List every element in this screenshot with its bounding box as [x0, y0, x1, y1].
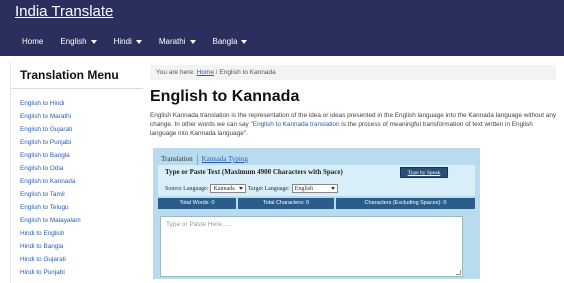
source-language-label: Source Language:	[165, 185, 209, 192]
caret-down-icon	[135, 39, 142, 44]
sidebar-item-english-to-hindi[interactable]: English to Hindi	[20, 97, 81, 110]
nav-bangla-label: Bangla	[212, 37, 238, 46]
chevron-down-icon	[331, 187, 336, 190]
target-language-select[interactable]: English	[291, 184, 339, 193]
sidebar-item-english-to-punjabi[interactable]: English to Punjabi	[20, 136, 81, 149]
sidebar-title: Translation Menu	[20, 68, 119, 82]
sidebar-menu: English to Hindi English to Marathi Engl…	[20, 97, 81, 279]
widget-header-title: Type or Paste Text (Maximum 4900 Charact…	[165, 168, 343, 176]
chevron-down-icon	[238, 187, 243, 190]
intro-link[interactable]: English to Kannada translation	[253, 121, 340, 128]
breadcrumb-home-link[interactable]: Home	[197, 69, 214, 76]
nav-home[interactable]: Home	[22, 37, 43, 46]
translation-menu-sidebar: Translation Menu English to Hindi Englis…	[10, 62, 143, 283]
stat-total-characters: Total Characters: 0	[238, 198, 334, 209]
stats-bar: Total Words: 0 Total Characters: 0 Chara…	[158, 198, 475, 209]
nav-hindi-label: Hindi	[113, 37, 132, 46]
breadcrumb: You are here: Home / English to Kannada	[150, 65, 556, 80]
sidebar-item-english-to-gujarati[interactable]: English to Gujarati	[20, 123, 81, 136]
nav-english[interactable]: English	[60, 37, 97, 46]
widget-header: Type or Paste Text (Maximum 4900 Charact…	[158, 165, 475, 196]
sidebar-item-english-to-odia[interactable]: English to Odia	[20, 162, 81, 175]
type-by-speak-button[interactable]: Type by Speak	[400, 167, 448, 178]
widget-tabs: Translation Kannada Typing	[157, 154, 252, 165]
sidebar-item-english-to-bangla[interactable]: English to Bangla	[20, 149, 81, 162]
stat-characters-excluding-spaces: Characters (Excluding Spaces): 0	[336, 198, 475, 209]
nav-home-label: Home	[22, 37, 44, 46]
sidebar-item-english-to-kannada[interactable]: English to Kannada	[20, 175, 81, 188]
sidebar-divider	[11, 88, 143, 89]
tab-translation[interactable]: Translation	[157, 154, 198, 165]
source-language-select[interactable]: Kannada	[210, 184, 246, 193]
target-language-label: Target Language:	[247, 185, 290, 192]
sidebar-item-hindi-to-punjabi[interactable]: Hindi to Punjabi	[20, 266, 81, 279]
sidebar-item-hindi-to-bangla[interactable]: Hindi to Bangla	[20, 240, 81, 253]
input-textarea[interactable]: Type or Paste Here.....	[160, 216, 463, 277]
sidebar-item-english-to-malayalam[interactable]: English to Malayalam	[20, 214, 81, 227]
main-nav: Home English Hindi Marathi Bangla	[22, 37, 264, 46]
site-header: India Translate Home English Hindi Marat…	[0, 0, 564, 56]
sidebar-item-hindi-to-english[interactable]: Hindi to English	[20, 227, 81, 240]
brand-logo-link[interactable]: India Translate	[15, 3, 113, 20]
breadcrumb-current: English to Kannada	[219, 69, 276, 76]
source-language-value: Kannada	[213, 185, 235, 192]
nav-marathi-label: Marathi	[158, 37, 186, 46]
caret-down-icon	[90, 39, 97, 44]
caret-down-icon	[241, 39, 248, 44]
tab-kannada-typing[interactable]: Kannada Typing	[198, 154, 252, 165]
breadcrumb-separator: /	[215, 69, 218, 76]
language-row: Source Language: Kannada Target Language…	[165, 184, 340, 193]
caret-down-icon	[189, 39, 196, 44]
translation-widget: Translation Kannada Typing Type or Paste…	[153, 148, 480, 279]
sidebar-item-english-to-marathi[interactable]: English to Marathi	[20, 110, 81, 123]
textarea-placeholder: Type or Paste Here.....	[166, 221, 232, 228]
nav-marathi[interactable]: Marathi	[159, 37, 196, 46]
sidebar-item-hindi-to-gujarati[interactable]: Hindi to Gujarati	[20, 253, 81, 266]
nav-bangla[interactable]: Bangla	[213, 37, 248, 46]
resize-handle-icon[interactable]	[456, 270, 461, 275]
intro-paragraph: English Kannada translation is the repre…	[150, 111, 560, 138]
page-title: English to Kannada	[150, 88, 300, 105]
target-language-value: English	[294, 185, 314, 192]
breadcrumb-prefix: You are here:	[156, 69, 195, 76]
sidebar-item-english-to-tamil[interactable]: English to Tamil	[20, 188, 81, 201]
stat-total-words: Total Words: 0	[158, 198, 236, 209]
sidebar-item-english-to-telugu[interactable]: English to Telugu	[20, 201, 81, 214]
nav-english-label: English	[60, 37, 87, 46]
nav-hindi[interactable]: Hindi	[114, 37, 142, 46]
